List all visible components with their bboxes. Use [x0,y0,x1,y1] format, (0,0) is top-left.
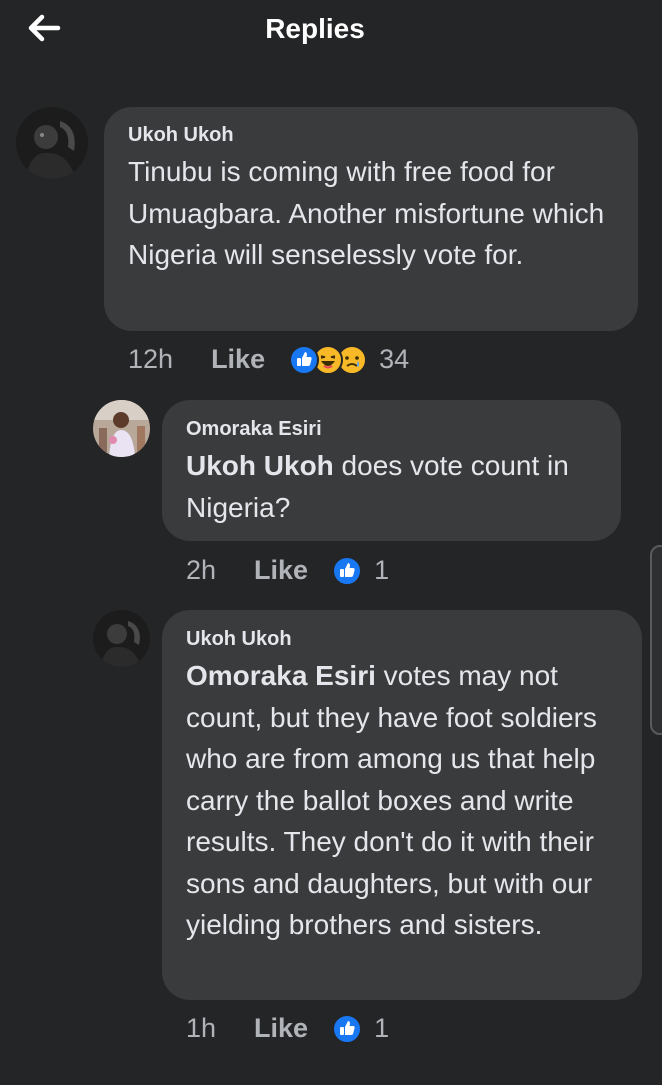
comment-body: votes may not count, but they have foot … [186,660,597,940]
like-button[interactable]: Like [211,344,265,375]
comment-time[interactable]: 12h [128,344,173,375]
page-title: Replies [265,13,365,44]
comment-time[interactable]: 1h [186,1013,216,1044]
comment-text: Ukoh Ukoh does vote count in Nigeria? [186,445,611,528]
mention-link[interactable]: Ukoh Ukoh [186,450,334,481]
comment-author[interactable]: Ukoh Ukoh [186,628,292,651]
reaction-count[interactable]: 1 [374,555,389,586]
like-icon [332,555,363,586]
comment-text: Omoraka Esiri votes may not count, but t… [186,655,631,946]
comment-body: Tinubu is coming with free food for Umua… [128,156,605,270]
comment-text: Tinubu is coming with free food for Umua… [128,151,628,276]
comment-actions: 1h Like 1 [186,1013,389,1044]
like-button[interactable]: Like [254,1013,308,1044]
mention-link[interactable]: Omoraka Esiri [186,660,376,691]
top-bar: Replies [0,0,662,62]
comment-author[interactable]: Omoraka Esiri [186,418,322,441]
comment-actions: 12h Like 34 [128,344,409,375]
reaction-summary[interactable] [332,1013,363,1044]
avatar[interactable] [16,107,88,179]
comment-time[interactable]: 2h [186,555,216,586]
avatar[interactable] [93,610,150,667]
like-icon [332,1013,363,1044]
reaction-summary[interactable] [289,344,368,375]
like-icon [289,344,320,375]
reaction-summary[interactable] [332,555,363,586]
comment-author[interactable]: Ukoh Ukoh [128,124,234,147]
like-button[interactable]: Like [254,555,308,586]
reaction-count[interactable]: 34 [379,344,409,375]
comment-actions: 2h Like 1 [186,555,389,586]
side-scroll-handle[interactable] [650,545,662,735]
avatar[interactable] [93,400,150,457]
reaction-count[interactable]: 1 [374,1013,389,1044]
